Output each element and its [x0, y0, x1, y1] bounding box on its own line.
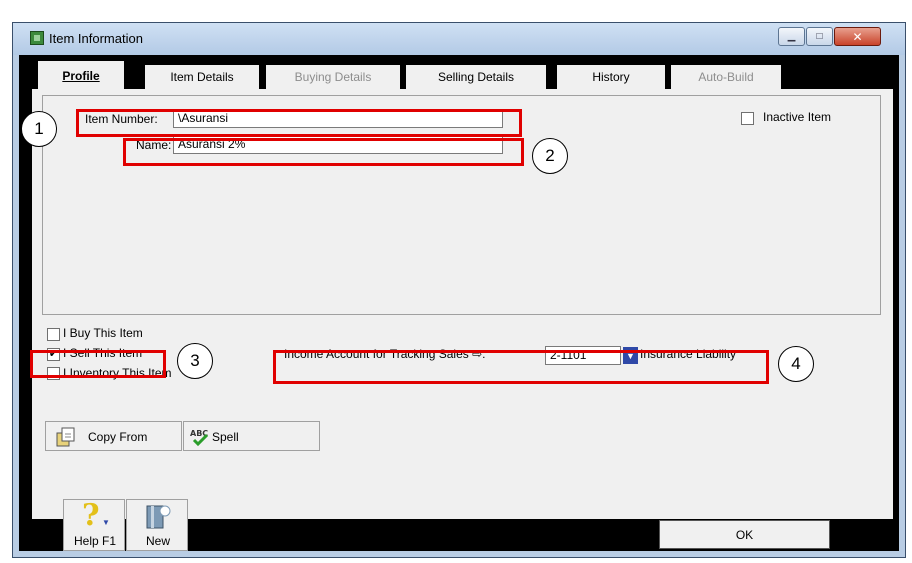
new-button[interactable]: New	[126, 499, 188, 551]
annotation-badge-3: 3	[177, 343, 213, 379]
help-question-icon: ?	[82, 498, 100, 533]
tab-profile[interactable]: Profile	[38, 61, 124, 91]
help-button[interactable]: ? ▼ Help F1	[63, 498, 125, 551]
window-title: Item Information	[49, 31, 143, 46]
close-icon: ✕	[852, 29, 863, 44]
item-information-window: Item Information ▁ □ ✕ Profile Item Deta…	[12, 22, 906, 558]
maximize-button[interactable]: □	[806, 27, 833, 46]
tab-auto-build[interactable]: Auto-Build	[671, 65, 781, 89]
tab-buying-details[interactable]: Buying Details	[266, 65, 400, 89]
annotation-badge-1: 1	[21, 111, 57, 147]
inactive-item-checkbox[interactable]	[741, 112, 754, 125]
minimize-icon: ▁	[787, 31, 796, 42]
buy-item-checkbox[interactable]	[47, 328, 60, 341]
tab-item-details[interactable]: Item Details	[145, 65, 259, 89]
annotation-badge-4: 4	[778, 346, 814, 382]
buy-item-label: I Buy This Item	[63, 326, 143, 340]
ok-button[interactable]: OK	[659, 520, 830, 549]
minimize-button[interactable]: ▁	[778, 27, 805, 46]
highlight-sell-item	[30, 350, 166, 378]
app-icon	[30, 31, 44, 45]
highlight-name	[123, 138, 524, 166]
copy-from-button[interactable]: Copy From	[45, 421, 182, 451]
spell-check-icon: ABC	[190, 429, 208, 447]
chevron-down-icon: ▼	[102, 518, 110, 527]
copy-icon	[56, 427, 75, 447]
highlight-income-account	[273, 350, 769, 384]
annotation-badge-2: 2	[532, 138, 568, 174]
inactive-item-label: Inactive Item	[763, 110, 832, 124]
tab-history[interactable]: History	[557, 65, 665, 89]
highlight-item-number	[76, 109, 522, 137]
new-item-icon	[146, 505, 171, 529]
tab-selling-details[interactable]: Selling Details	[406, 65, 546, 89]
close-button[interactable]: ✕	[834, 27, 881, 46]
title-bar[interactable]: Item Information ▁ □ ✕	[13, 23, 905, 55]
maximize-icon: □	[816, 31, 823, 42]
spell-button[interactable]: ABC Spell	[183, 421, 320, 451]
